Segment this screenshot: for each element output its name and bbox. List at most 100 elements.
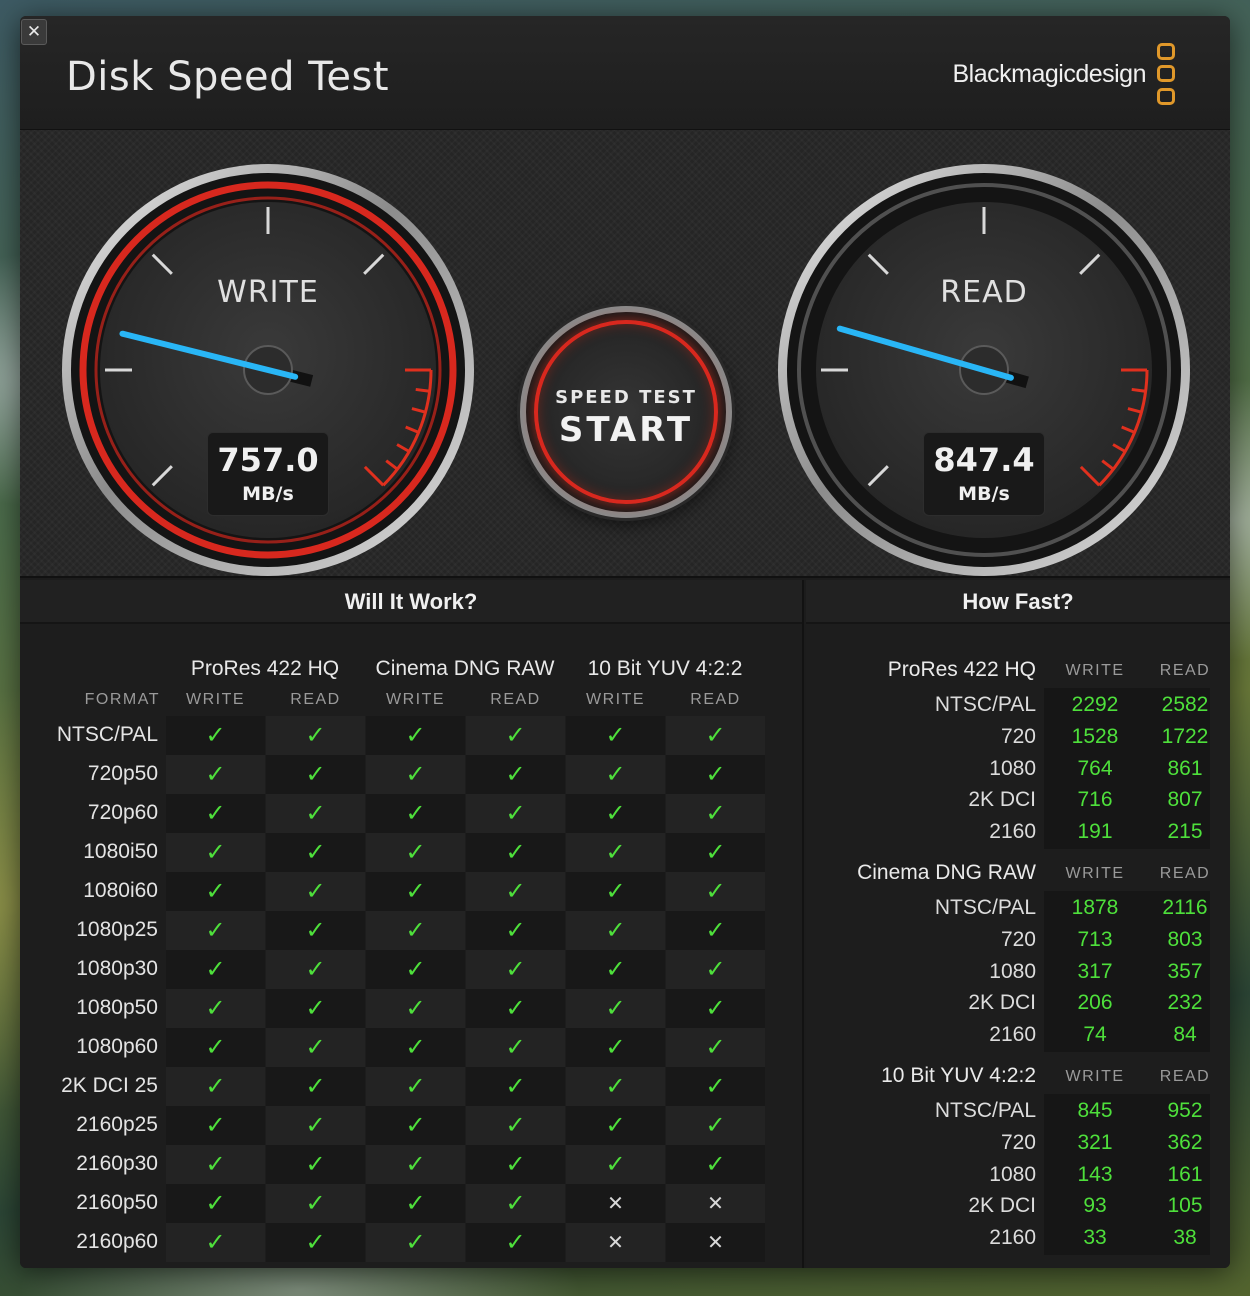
checkmark-icon: ✓: [566, 1145, 665, 1184]
checkmark-icon: ✓: [266, 1106, 365, 1145]
checkmark-icon: ✓: [666, 911, 765, 950]
checkmark-icon: ✓: [466, 872, 565, 911]
how-fast-column-header: WRITE: [1065, 865, 1125, 882]
checkmark-icon: ✓: [666, 716, 765, 755]
close-button[interactable]: ✕: [21, 19, 47, 45]
checkmark-icon: ✓: [466, 833, 565, 872]
checkmark-icon: ✓: [166, 1028, 265, 1067]
checkmark-icon: ✓: [366, 1223, 465, 1262]
how-fast-write-value: 143: [1077, 1162, 1113, 1186]
format-row-label: 1080p60: [76, 1035, 158, 1058]
checkmark-icon: ✓: [566, 1028, 665, 1067]
checkmark-icon: ✓: [566, 1067, 665, 1106]
how-fast-column-header: WRITE: [1065, 1068, 1125, 1085]
checkmark-icon: ✓: [166, 1145, 265, 1184]
format-row-label: 2160p60: [76, 1230, 158, 1253]
checkmark-icon: ✓: [466, 794, 565, 833]
checkmark-icon: ✓: [366, 989, 465, 1028]
checkmark-icon: ✓: [366, 1184, 465, 1223]
format-row-label: 1080i60: [83, 879, 158, 902]
how-fast-format-label: 720: [1000, 1130, 1036, 1154]
checkmark-icon: ✓: [566, 989, 665, 1028]
checkmark-icon: ✓: [366, 911, 465, 950]
checkmark-icon: ✓: [666, 872, 765, 911]
checkmark-icon: ✓: [366, 950, 465, 989]
checkmark-icon: ✓: [366, 1028, 465, 1067]
how-fast-format-label: 2160: [989, 1226, 1036, 1250]
checkmark-icon: ✓: [266, 911, 365, 950]
how-fast-read-value: 38: [1173, 1226, 1197, 1250]
checkmark-icon: ✓: [666, 989, 765, 1028]
start-button[interactable]: SPEED TEST START: [520, 306, 732, 518]
checkmark-icon: ✓: [566, 716, 665, 755]
write-speed-unit: MB/s: [242, 483, 294, 505]
how-fast-format-label: 2160: [989, 820, 1036, 844]
format-row-label: 2160p25: [76, 1113, 158, 1136]
write-gauge: WRITE 757.0 MB/s: [58, 160, 478, 580]
col-header: WRITE: [185, 691, 246, 708]
col-header: WRITE: [585, 691, 646, 708]
how-fast-write-value: 713: [1077, 927, 1113, 951]
how-fast-write-value: 1878: [1071, 896, 1119, 919]
checkmark-icon: ✓: [366, 1145, 465, 1184]
how-fast-read-value: 952: [1167, 1099, 1203, 1122]
checkmark-icon: ✓: [466, 716, 565, 755]
how-fast-read-value: 105: [1167, 1194, 1203, 1218]
how-fast-panel: How Fast? ProRes 422 HQ WRITE READ NTSC/PAL…: [806, 580, 1230, 1268]
checkmark-icon: ✓: [566, 1106, 665, 1145]
checkmark-icon: ✓: [166, 872, 265, 911]
checkmark-icon: ✓: [466, 989, 565, 1028]
checkmark-icon: ✓: [366, 1106, 465, 1145]
how-fast-read-value: 84: [1173, 1023, 1197, 1047]
write-readout: 757.0 MB/s: [207, 432, 329, 516]
checkmark-icon: ✓: [366, 872, 465, 911]
how-fast-format-label: 1080: [989, 1162, 1036, 1186]
how-fast-format-label: 2160: [989, 1023, 1036, 1047]
how-fast-column-header: READ: [1159, 1068, 1211, 1085]
checkmark-icon: ✓: [166, 1106, 265, 1145]
how-fast-read-value: 2116: [1162, 896, 1208, 919]
read-gauge: READ 847.4 MB/s: [774, 160, 1194, 580]
format-row-label: 720p50: [87, 762, 158, 785]
how-fast-read-value: 2582: [1161, 693, 1209, 716]
col-header: READ: [490, 691, 541, 708]
codec-header-prores: ProRes 422 HQ: [190, 657, 340, 680]
checkmark-icon: ✓: [166, 989, 265, 1028]
col-header: READ: [690, 691, 741, 708]
format-row-label: 1080p25: [76, 918, 158, 941]
how-fast-write-value: 2292: [1071, 693, 1119, 716]
how-fast-format-label: NTSC/PAL: [934, 896, 1036, 919]
how-fast-format-label: 720: [1000, 724, 1036, 748]
checkmark-icon: ✓: [566, 911, 665, 950]
cross-icon: ✕: [666, 1223, 765, 1262]
checkmark-icon: ✓: [366, 1067, 465, 1106]
how-fast-read-value: 1722: [1161, 724, 1209, 748]
checkmark-icon: ✓: [666, 794, 765, 833]
checkmark-icon: ✓: [366, 833, 465, 872]
how-fast-write-value: 191: [1077, 820, 1113, 844]
start-button-label: START: [558, 410, 694, 450]
checkmark-icon: ✓: [466, 1184, 565, 1223]
write-gauge-label: WRITE: [217, 275, 319, 310]
checkmark-icon: ✓: [366, 716, 465, 755]
format-row-label: 2K DCI 25: [61, 1074, 158, 1097]
app-title: Disk Speed Test: [66, 54, 390, 100]
checkmark-icon: ✓: [466, 755, 565, 794]
checkmark-icon: ✓: [166, 1184, 265, 1223]
how-fast-format-label: 2K DCI: [968, 788, 1036, 812]
checkmark-icon: ✓: [166, 716, 265, 755]
title-bar: Disk Speed Test Blackmagicdesign: [20, 16, 1230, 130]
how-fast-write-value: 845: [1077, 1099, 1113, 1122]
how-fast-read-value: 161: [1167, 1162, 1203, 1186]
checkmark-icon: ✓: [666, 1145, 765, 1184]
read-speed-value: 847.4: [933, 441, 1035, 479]
read-gauge-dial: [778, 164, 1190, 576]
codec-header-yuv: 10 Bit YUV 4:2:2: [587, 657, 743, 680]
checkmark-icon: ✓: [366, 794, 465, 833]
checkmark-icon: ✓: [466, 950, 565, 989]
format-row-label: 2160p50: [76, 1191, 158, 1214]
gauge-red-tick: [1131, 387, 1146, 393]
format-row-label: 1080p30: [76, 957, 158, 980]
blackmagic-logo-icon: [1156, 43, 1178, 109]
will-it-work-title: Will It Work?: [20, 580, 802, 624]
